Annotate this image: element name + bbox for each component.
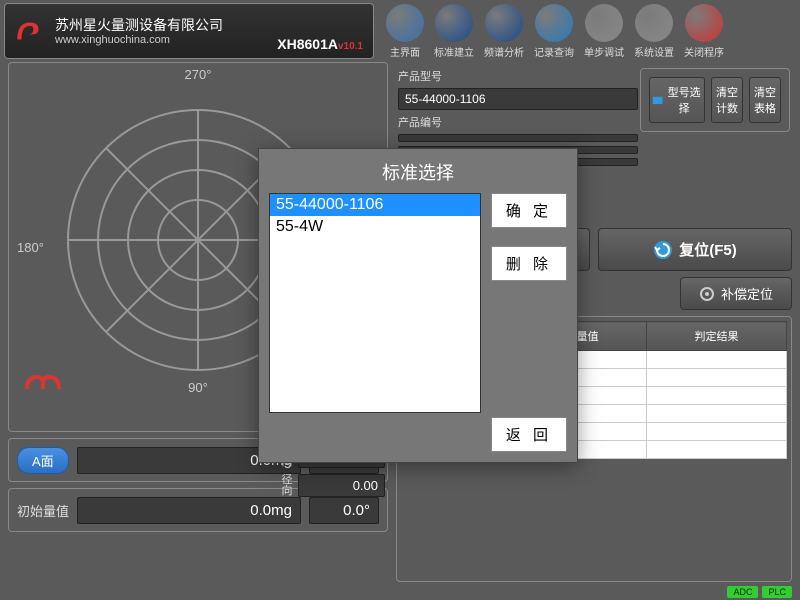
nav-6[interactable]: 关闭程序 [684,4,724,59]
adc-status: ADC [727,586,758,598]
status-bar: ADC PLC [727,586,792,598]
nav-bar: 主界面标准建立频谱分析记录查询单步调试系统设置关闭程序 [386,4,724,59]
sn-field[interactable] [398,134,638,142]
model-field-label: 产品型号 [398,68,450,84]
select-model-button[interactable]: 型号选择 [649,77,705,123]
reset-button[interactable]: 复位(F5) [598,228,792,271]
company-name: 苏州星火量测设备有限公司 [55,16,223,34]
company-url: www.xinghuochina.com [55,34,223,46]
nav-4[interactable]: 单步调试 [584,4,624,59]
deg-180: 180° [17,240,44,255]
model-field[interactable]: 55-44000-1106 [398,88,638,110]
deg-90: 90° [188,380,208,395]
standard-select-modal: 标准选择 55-44000-110655-4W 确 定 删 除 返 回 [258,148,578,463]
side-button-box: 型号选择 清空计数 清空表格 [640,68,790,132]
plc-status: PLC [762,586,792,598]
logo-box: 苏州星火量测设备有限公司 www.xinghuochina.com XH8601… [4,3,374,59]
marker-icon [23,369,63,393]
modal-ok-button[interactable]: 确 定 [491,193,567,228]
modal-delete-button[interactable]: 删 除 [491,246,567,281]
modal-back-button[interactable]: 返 回 [491,417,567,452]
sn-field-label: 产品编号 [398,114,450,130]
initial-label: 初始量值 [17,501,69,520]
clear-count-button[interactable]: 清空计数 [711,77,743,123]
nav-3[interactable]: 记录查询 [534,4,574,59]
model-label: XH8601Av10.1 [277,36,363,52]
clear-table-button[interactable]: 清空表格 [749,77,781,123]
gear-icon [699,286,715,302]
table-header: 判定结果 [647,322,787,351]
mass-init: 0.0mg [77,497,301,524]
refresh-icon [653,240,673,260]
nav-2[interactable]: 频谱分析 [484,4,524,59]
modal-title: 标准选择 [269,159,567,185]
compensate-button[interactable]: 补偿定位 [680,277,792,310]
modal-list[interactable]: 55-44000-110655-4W [269,193,481,413]
nav-5[interactable]: 系统设置 [634,4,674,59]
side-a-pill[interactable]: A面 [17,447,69,474]
header: 苏州星火量测设备有限公司 www.xinghuochina.com XH8601… [0,0,800,62]
radial-label: 径向 [280,475,294,497]
folder-icon [652,93,663,107]
nav-1[interactable]: 标准建立 [434,4,474,59]
radial-value: 0.00 [298,474,385,497]
modal-list-item[interactable]: 55-44000-1106 [270,194,480,216]
deg-270: 270° [185,67,212,82]
nav-0[interactable]: 主界面 [386,4,424,59]
modal-list-item[interactable]: 55-4W [270,216,480,238]
company-logo-icon [13,14,47,48]
